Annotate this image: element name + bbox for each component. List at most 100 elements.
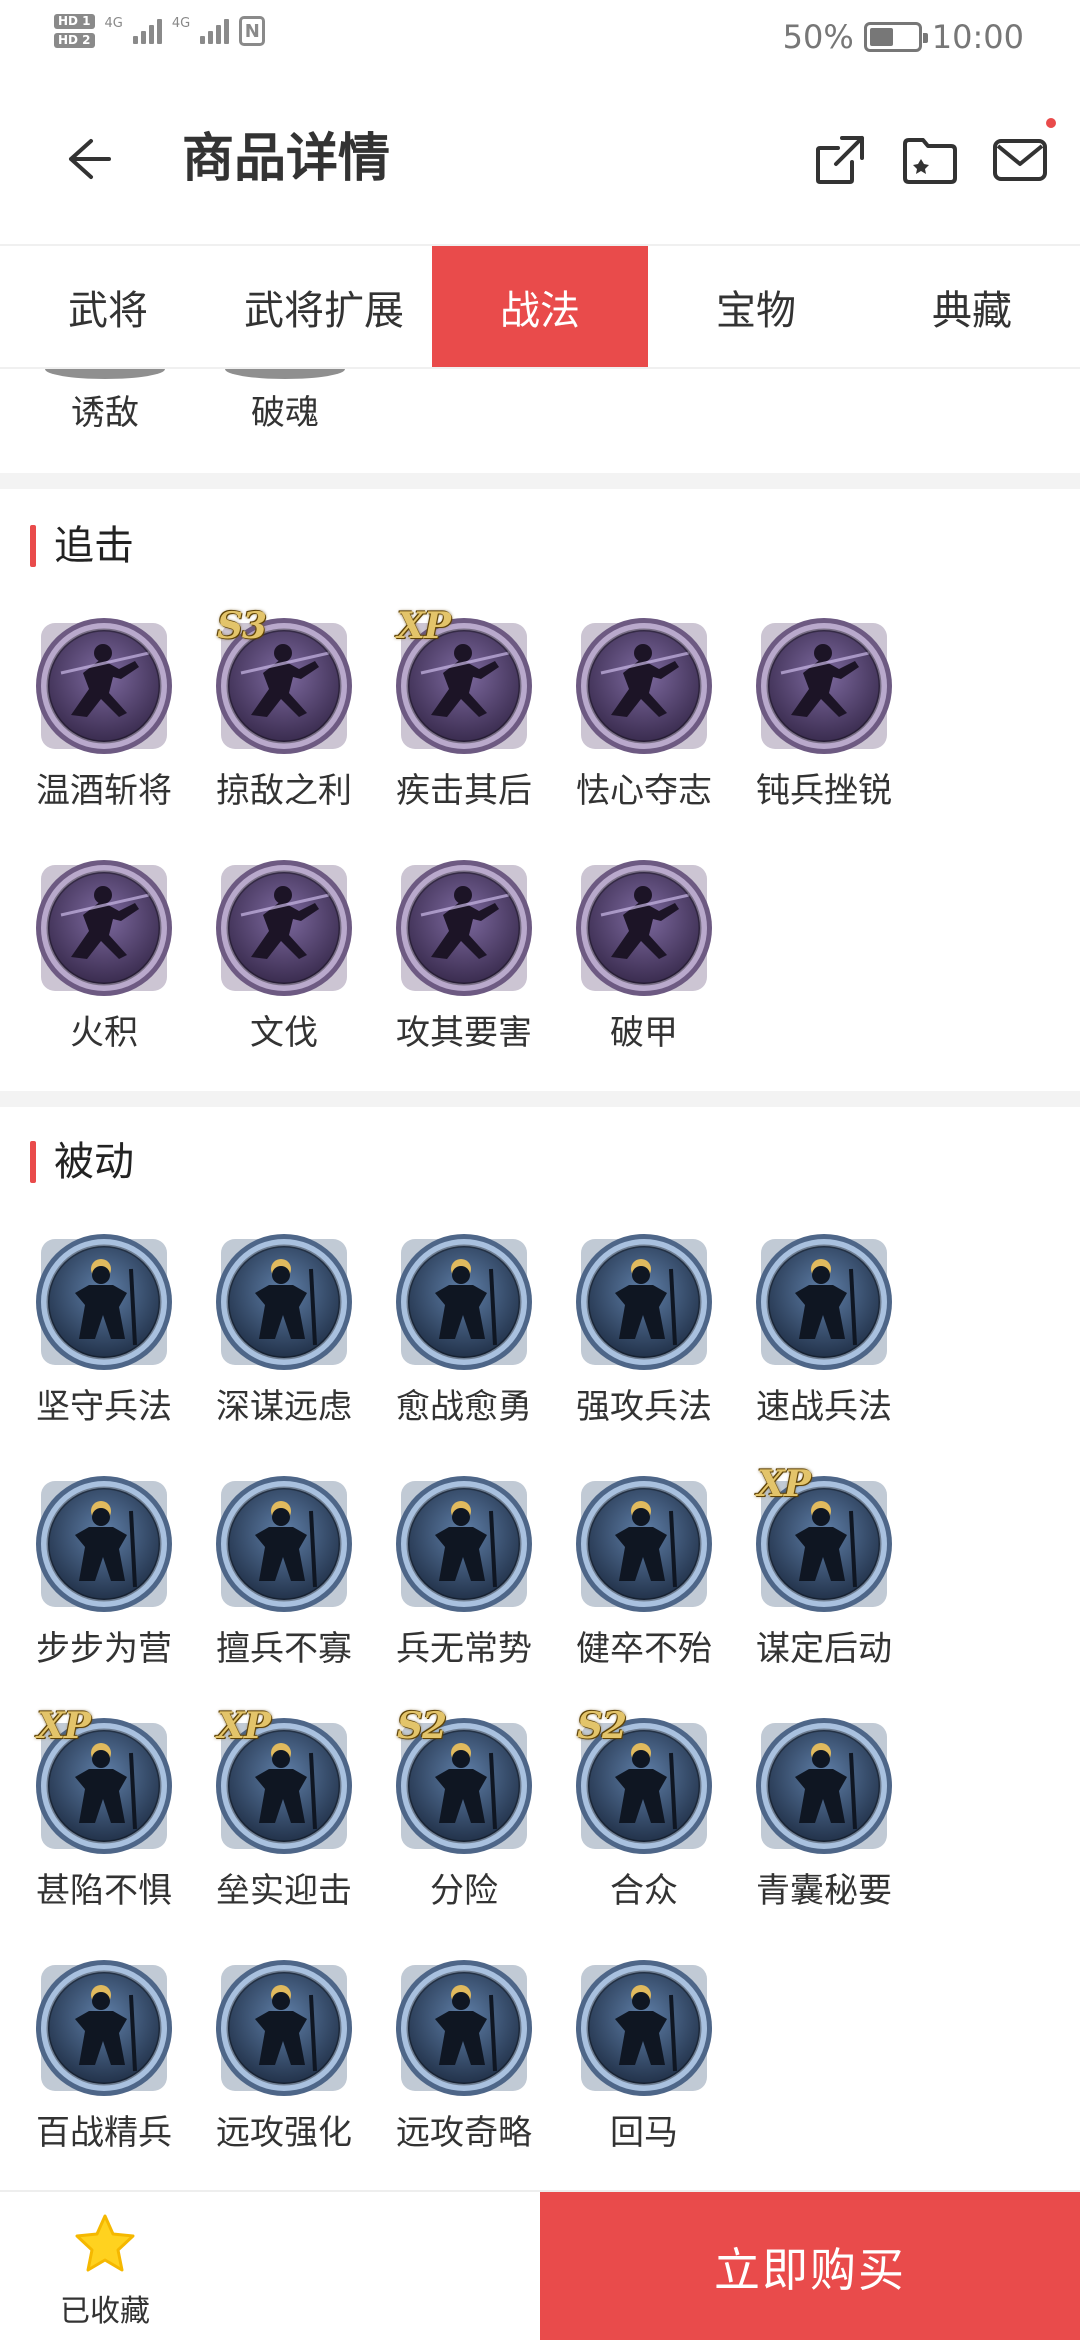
nfc-icon: N — [239, 16, 266, 46]
skill-item[interactable]: 百战精兵 — [14, 1955, 194, 2155]
skill-item[interactable]: 破甲 — [554, 855, 734, 1055]
tab-wujiang-kuozhan[interactable]: 武将扩展 — [216, 246, 432, 367]
skill-icon — [571, 613, 717, 759]
skill-item[interactable]: S2 分险 — [374, 1705, 554, 1913]
skill-item[interactable]: 钝兵挫锐 — [734, 613, 914, 813]
skill-icon: XP — [391, 605, 537, 759]
skill-item[interactable]: XP 垒实迎击 — [194, 1705, 374, 1913]
skill-item[interactable]: 温酒斩将 — [14, 613, 194, 813]
skill-label: 速战兵法 — [756, 1387, 892, 1427]
skill-icon — [571, 1229, 717, 1375]
favorite-label: 已收藏 — [60, 2294, 150, 2329]
skill-icon — [31, 1229, 177, 1375]
skill-item[interactable]: 回马 — [554, 1955, 734, 2155]
folder-star-icon — [903, 138, 957, 184]
skill-label: 破魂 — [251, 393, 319, 433]
skill-label: 甚陷不惧 — [36, 1871, 172, 1911]
hd2-indicator: HD 2 — [54, 33, 95, 48]
skill-item[interactable]: XP 疾击其后 — [374, 605, 554, 813]
skill-label: 文伐 — [250, 1013, 318, 1053]
skill-icon — [391, 1229, 537, 1375]
content-scroll[interactable]: 诱敌 破魂 追击 温酒斩将 S3 掠敌之利 XP 疾击其后 怯心夺志 钝兵挫锐 火积 文伐 攻其要… — [0, 369, 1080, 2190]
section-header-passive: 被动 — [30, 1139, 134, 1185]
season-badge: XP — [217, 1705, 271, 1747]
section-title: 追击 — [54, 523, 134, 569]
skill-label: 垒实迎击 — [216, 1871, 352, 1911]
buy-now-button[interactable]: 立即购买 — [540, 2192, 1080, 2340]
skill-icon — [31, 1955, 177, 2101]
skill-emblem-icon — [216, 860, 352, 996]
skill-label: 攻其要害 — [396, 1013, 532, 1053]
collection-folder-button[interactable] — [900, 130, 960, 190]
status-bar: HD 1 HD 2 4G 4G N 50% 10:00 — [0, 0, 1080, 72]
skill-label: 愈战愈勇 — [396, 1387, 532, 1427]
tab-zhanfa[interactable]: 战法 — [432, 246, 648, 367]
skill-item[interactable]: 步步为营 — [14, 1471, 194, 1671]
skill-emblem-icon — [216, 1476, 352, 1612]
skill-emblem-icon — [216, 1234, 352, 1370]
skill-label: 远攻奇略 — [396, 2113, 532, 2153]
skill-item[interactable]: 火积 — [14, 855, 194, 1055]
skill-item[interactable]: 强攻兵法 — [554, 1229, 734, 1429]
skill-item[interactable]: 怯心夺志 — [554, 613, 734, 813]
section-accent-bar — [30, 1141, 36, 1183]
skill-label: 坚守兵法 — [36, 1387, 172, 1427]
back-button[interactable] — [50, 124, 120, 194]
skill-item[interactable]: 健卒不殆 — [554, 1471, 734, 1671]
skill-icon — [751, 1713, 897, 1859]
skill-icon: S2 — [391, 1705, 537, 1859]
skill-label: 健卒不殆 — [576, 1629, 712, 1669]
skill-emblem-icon — [576, 618, 712, 754]
skill-emblem-icon — [36, 1960, 172, 2096]
skill-item[interactable]: 远攻强化 — [194, 1955, 374, 2155]
skill-item[interactable]: XP 谋定后动 — [734, 1463, 914, 1671]
skill-item[interactable]: 速战兵法 — [734, 1229, 914, 1429]
skill-emblem-icon — [756, 618, 892, 754]
tab-diancang[interactable]: 典藏 — [864, 246, 1080, 367]
bottom-bar: 已收藏 立即购买 — [0, 2190, 1080, 2340]
skill-label: 步步为营 — [36, 1629, 172, 1669]
skill-item[interactable]: 诱敌 — [30, 369, 180, 433]
skill-item[interactable]: 攻其要害 — [374, 855, 554, 1055]
skill-emblem-icon — [216, 1960, 352, 2096]
status-right: 50% 10:00 — [783, 18, 1024, 56]
skill-icon — [571, 1955, 717, 2101]
favorite-button[interactable]: 已收藏 — [30, 2212, 180, 2330]
skill-icon: XP — [211, 1705, 357, 1859]
skill-emblem-icon — [396, 1960, 532, 2096]
signal-icon — [132, 18, 162, 44]
skill-item[interactable]: S2 合众 — [554, 1705, 734, 1913]
skill-item[interactable]: S3 掠敌之利 — [194, 605, 374, 813]
skill-icon — [751, 613, 897, 759]
battery-percent: 50% — [782, 18, 854, 56]
header: 商品详情 — [0, 72, 1080, 244]
section-title: 被动 — [54, 1139, 134, 1185]
skill-emblem-icon — [396, 1234, 532, 1370]
skill-label: 擅兵不寡 — [216, 1629, 352, 1669]
skill-item[interactable]: 擅兵不寡 — [194, 1471, 374, 1671]
message-button[interactable] — [990, 118, 1056, 190]
share-button[interactable] — [810, 130, 870, 190]
skill-item[interactable]: 愈战愈勇 — [374, 1229, 554, 1429]
skill-item[interactable]: 文伐 — [194, 855, 374, 1055]
skill-label: 合众 — [610, 1871, 678, 1911]
skill-item[interactable]: 兵无常势 — [374, 1471, 554, 1671]
skill-label: 疾击其后 — [396, 771, 532, 811]
skill-item[interactable]: XP 甚陷不惧 — [14, 1705, 194, 1913]
skill-label: 温酒斩将 — [36, 771, 172, 811]
category-tabs: 武将 武将扩展 战法 宝物 典藏 — [0, 244, 1080, 369]
skill-icon — [31, 613, 177, 759]
tab-wujiang[interactable]: 武将 — [0, 246, 216, 367]
skill-label: 深谋远虑 — [216, 1387, 352, 1427]
skill-emblem-icon — [36, 860, 172, 996]
tab-baowu[interactable]: 宝物 — [648, 246, 864, 367]
skill-icon — [571, 855, 717, 1001]
skill-emblem-icon — [396, 860, 532, 996]
skill-item[interactable]: 破魂 — [210, 369, 360, 433]
skill-item[interactable]: 坚守兵法 — [14, 1229, 194, 1429]
skill-item[interactable]: 深谋远虑 — [194, 1229, 374, 1429]
season-badge: S3 — [217, 605, 267, 647]
skill-item[interactable]: 青囊秘要 — [734, 1713, 914, 1913]
skill-item[interactable]: 远攻奇略 — [374, 1955, 554, 2155]
clock: 10:00 — [931, 18, 1024, 56]
